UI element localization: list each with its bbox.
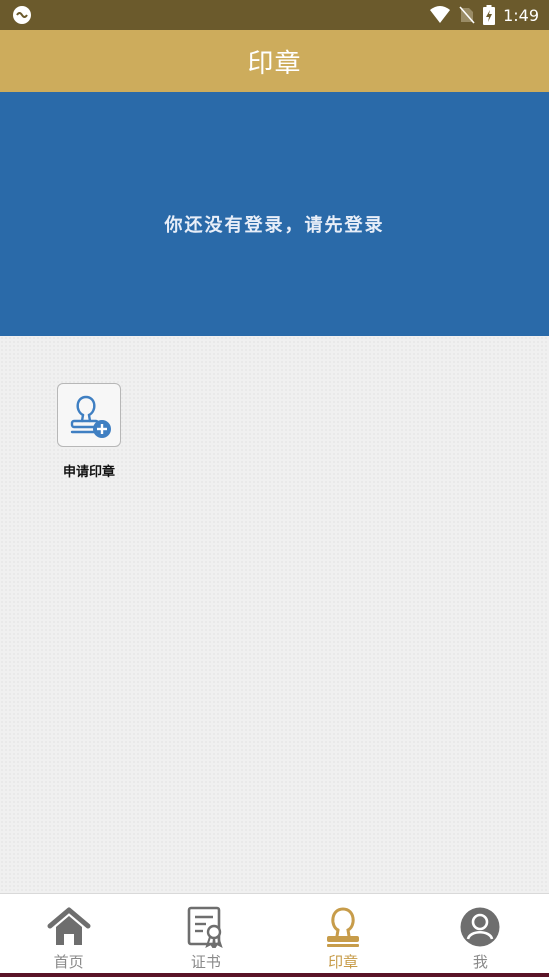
status-bar: 1:49 [0, 0, 549, 30]
tab-me-label: 我 [472, 953, 488, 971]
tab-home-label: 首页 [53, 953, 84, 971]
apply-seal-button[interactable]: 申请印章 [50, 383, 128, 480]
tab-seal-label: 印章 [328, 953, 359, 971]
tab-certificate[interactable]: 证书 [137, 894, 274, 973]
apply-seal-tile[interactable] [57, 383, 121, 447]
battery-charging-icon [483, 5, 496, 25]
tab-home[interactable]: 首页 [0, 894, 137, 973]
content-area: 申请印章 [0, 336, 549, 893]
certificate-icon [184, 906, 228, 948]
seal-icon [321, 906, 365, 948]
app-badge-icon [13, 6, 31, 24]
bottom-edge-line [0, 973, 549, 977]
login-prompt[interactable]: 你还没有登录，请先登录 [165, 211, 385, 237]
bottom-tab-bar: 首页 证书 印章 我 [0, 893, 549, 973]
apply-seal-label[interactable]: 申请印章 [63, 461, 115, 480]
tab-seal[interactable]: 印章 [275, 894, 412, 973]
tab-certificate-label: 证书 [190, 953, 221, 971]
user-icon [458, 906, 502, 948]
page-title: 印章 [247, 48, 302, 79]
seal-add-icon [70, 395, 111, 438]
login-banner[interactable]: 你还没有登录，请先登录 [0, 92, 549, 336]
wifi-icon [430, 6, 451, 23]
clock: 1:49 [503, 5, 539, 25]
title-bar: 印章 [0, 30, 549, 92]
no-sim-icon [459, 6, 475, 24]
home-icon [47, 906, 91, 948]
tab-me[interactable]: 我 [412, 894, 549, 973]
